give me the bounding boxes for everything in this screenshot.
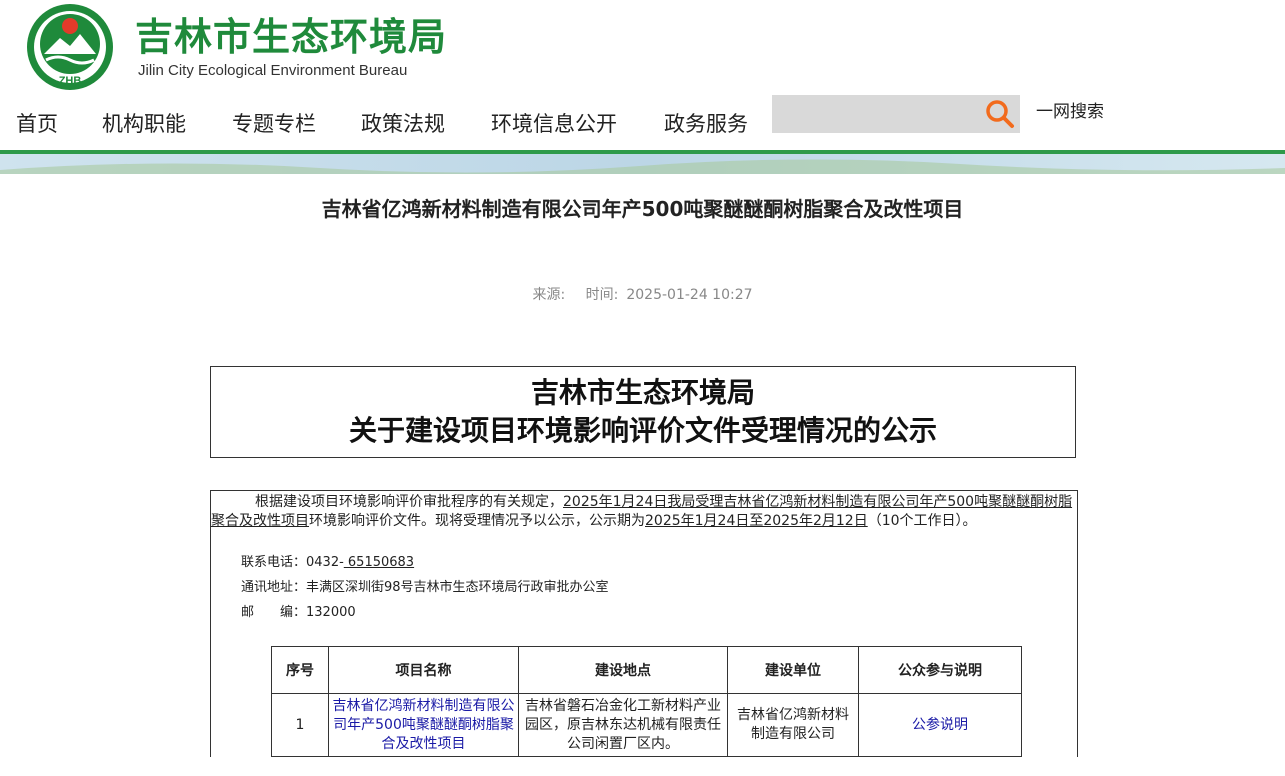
project-name-link[interactable]: 吉林省亿鸿新材料制造有限公司年产500吨聚醚醚酮树脂聚合及改性项目 bbox=[328, 693, 519, 757]
contact-postcode: 邮 编：132000 bbox=[241, 601, 356, 620]
nav-item-home[interactable]: 首页 bbox=[16, 108, 58, 138]
table-header-row: 序号 项目名称 建设地点 建设单位 公众参与说明 bbox=[271, 646, 1022, 694]
para-part-5: （10个工作日）。 bbox=[867, 513, 977, 529]
para-part-3: 环境影响评价文件。现将受理情况予以公示，公示期为 bbox=[309, 513, 645, 529]
postcode-value: 132000 bbox=[306, 605, 356, 620]
decorative-banner bbox=[0, 150, 1285, 174]
nav-item-policies[interactable]: 政策法规 bbox=[361, 108, 445, 138]
header-name: 项目名称 bbox=[328, 646, 519, 694]
nav-item-services[interactable]: 政务服务 bbox=[664, 108, 748, 138]
phone-value: 65150683 bbox=[343, 555, 415, 570]
header-unit: 建设单位 bbox=[727, 646, 859, 694]
time-label: 时间: bbox=[585, 287, 619, 303]
phone-label: 联系电话：0432- bbox=[241, 555, 344, 570]
site-header: ZHB 吉林市生态环境局 Jilin City Ecological Envir… bbox=[0, 0, 1285, 95]
cell-no: 1 bbox=[271, 693, 329, 757]
search-input[interactable] bbox=[772, 95, 988, 133]
nav-item-env-info[interactable]: 环境信息公开 bbox=[491, 108, 617, 138]
source-label: 来源: bbox=[532, 287, 566, 303]
search-icon[interactable] bbox=[984, 98, 1016, 130]
article-meta: 来源: 时间: 2025-01-24 10:27 bbox=[0, 284, 1285, 304]
para-part-1: 根据建设项目环境影响评价审批程序的有关规定， bbox=[255, 494, 563, 510]
nav-item-functions[interactable]: 机构职能 bbox=[102, 108, 186, 138]
article-title: 吉林省亿鸿新材料制造有限公司年产500吨聚醚醚酮树脂聚合及改性项目 bbox=[321, 197, 964, 221]
notice-heading-box: 吉林市生态环境局 关于建设项目环境影响评价文件受理情况的公示 bbox=[210, 366, 1076, 458]
nav-item-topics[interactable]: 专题专栏 bbox=[232, 108, 316, 138]
header-no: 序号 bbox=[271, 646, 329, 694]
contact-phone: 联系电话：0432- 65150683 bbox=[241, 551, 414, 570]
zhb-logo-icon[interactable]: ZHB bbox=[22, 2, 118, 92]
contact-address: 通讯地址：丰满区深圳街98号吉林市生态环境局行政审批办公室 bbox=[241, 580, 609, 595]
notice-body-box: 根据建设项目环境影响评价审批程序的有关规定，2025年1月24日我局受理吉林省亿… bbox=[210, 490, 1078, 757]
search-box bbox=[772, 95, 1020, 133]
site-title[interactable]: 吉林市生态环境局 bbox=[135, 6, 447, 61]
search-label[interactable]: 一网搜索 bbox=[1036, 97, 1104, 122]
notice-line-1: 吉林市生态环境局 bbox=[530, 376, 755, 409]
notice-line-2: 关于建设项目环境影响评价文件受理情况的公示 bbox=[348, 414, 937, 447]
table-row: 1 吉林省亿鸿新材料制造有限公司年产500吨聚醚醚酮树脂聚合及改性项目 吉林省磐… bbox=[271, 693, 1022, 757]
participation-link[interactable]: 公参说明 bbox=[858, 693, 1022, 757]
time-value: 2025-01-24 10:27 bbox=[626, 287, 753, 303]
logo-text: ZHB bbox=[59, 75, 82, 87]
header-location: 建设地点 bbox=[518, 646, 728, 694]
cell-location: 吉林省磐石冶金化工新材料产业园区，原吉林东达机械有限责任公司闲置厂区内。 bbox=[518, 693, 728, 757]
project-table: 序号 项目名称 建设地点 建设单位 公众参与说明 1 吉林省亿鸿新材料制造有限公… bbox=[271, 646, 1022, 757]
site-subtitle: Jilin City Ecological Environment Bureau bbox=[138, 62, 408, 79]
para-part-4: 2025年1月24日至2025年2月12日 bbox=[645, 513, 868, 529]
header-participation: 公众参与说明 bbox=[858, 646, 1022, 694]
cell-unit: 吉林省亿鸿新材料制造有限公司 bbox=[727, 693, 859, 757]
postcode-label: 邮 编： bbox=[241, 605, 307, 620]
notice-paragraph: 根据建设项目环境影响评价审批程序的有关规定，2025年1月24日我局受理吉林省亿… bbox=[211, 493, 1073, 531]
